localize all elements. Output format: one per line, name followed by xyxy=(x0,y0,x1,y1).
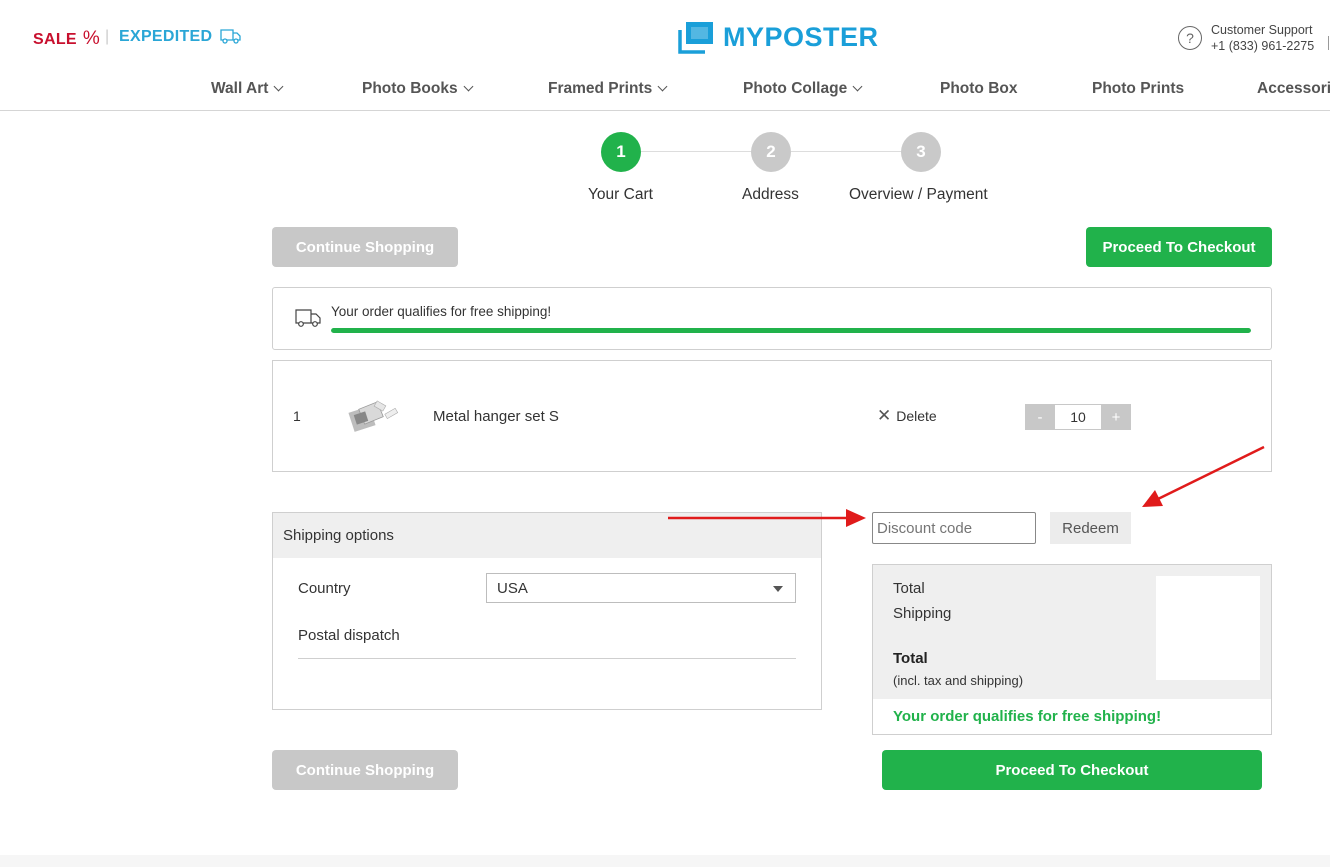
step-connector xyxy=(791,151,902,152)
nav-label: Framed Prints xyxy=(548,80,653,97)
nav-item-wall-art[interactable]: Wall Art xyxy=(211,80,284,98)
progress-fill xyxy=(331,328,1251,333)
quantity-input[interactable]: 10 xyxy=(1055,404,1101,430)
quantity-stepper: - 10 + xyxy=(1025,404,1131,430)
country-select[interactable]: USA xyxy=(486,573,796,603)
free-shipping-message: Your order qualifies for free shipping! xyxy=(331,304,552,319)
continue-shopping-button-bottom[interactable]: Continue Shopping xyxy=(272,750,458,790)
order-totals-panel: Total Shipping Total (incl. tax and ship… xyxy=(872,564,1272,735)
subtotal-label: Total xyxy=(893,580,925,597)
footer-strip xyxy=(0,855,1330,867)
free-shipping-progress xyxy=(331,328,1251,333)
item-index: 1 xyxy=(293,408,301,424)
nav-item-photo-box[interactable]: Photo Box xyxy=(940,80,1018,98)
nav-label: Photo Box xyxy=(940,80,1018,97)
support-phone[interactable]: +1 (833) 961-2275 xyxy=(1211,38,1314,54)
nav-item-photo-prints[interactable]: Photo Prints xyxy=(1092,80,1184,98)
truck-icon xyxy=(220,29,241,44)
step-1-label: Your Cart xyxy=(588,186,653,203)
shipping-label: Shipping xyxy=(893,605,952,622)
step-2-circle: 2 xyxy=(751,132,791,172)
shipping-options-title: Shipping options xyxy=(273,513,821,558)
step-3-label: Overview / Payment xyxy=(849,186,988,203)
top-header: SALE% | EXPEDITED MYPOSTER ? Customer Su… xyxy=(0,0,1330,75)
nav-item-framed-prints[interactable]: Framed Prints xyxy=(548,80,668,98)
redeem-button[interactable]: Redeem xyxy=(1050,512,1131,544)
checkout-steps: 1 Your Cart 2 Address 3 Overview / Payme… xyxy=(0,132,1330,212)
sale-link[interactable]: SALE% xyxy=(33,28,100,50)
continue-shopping-button-top[interactable]: Continue Shopping xyxy=(272,227,458,267)
expedited-link[interactable]: EXPEDITED xyxy=(119,28,242,46)
nav-item-photo-collage[interactable]: Photo Collage xyxy=(743,80,863,98)
step-connector xyxy=(641,151,752,152)
product-thumbnail[interactable] xyxy=(345,397,405,437)
step-2-label: Address xyxy=(742,186,799,203)
tax-note: (incl. tax and shipping) xyxy=(893,673,1024,688)
postal-dispatch-label: Postal dispatch xyxy=(298,627,400,644)
customer-support[interactable]: ? Customer Support +1 (833) 961-2275 xyxy=(1178,22,1329,54)
chevron-down-icon xyxy=(657,81,668,92)
dropdown-caret-icon xyxy=(773,586,783,592)
quantity-decrement-button[interactable]: - xyxy=(1025,404,1055,430)
country-value: USA xyxy=(497,580,528,597)
step-3-circle: 3 xyxy=(901,132,941,172)
divider xyxy=(298,658,796,659)
product-name[interactable]: Metal hanger set S xyxy=(433,408,559,425)
proceed-checkout-button-bottom[interactable]: Proceed To Checkout xyxy=(882,750,1262,790)
grand-total-label: Total xyxy=(893,650,928,667)
shipping-options-panel: Shipping options Country USA Postal disp… xyxy=(272,512,822,710)
percent-icon: % xyxy=(82,28,101,49)
nav-item-accessories[interactable]: Accessori xyxy=(1257,80,1330,98)
proceed-checkout-button-top[interactable]: Proceed To Checkout xyxy=(1086,227,1272,267)
myposter-logo[interactable]: MYPOSTER xyxy=(677,20,879,54)
logo-icon xyxy=(678,22,713,54)
chevron-down-icon xyxy=(852,81,863,92)
delete-button[interactable]: ✕ Delete xyxy=(877,406,937,425)
nav-label: Wall Art xyxy=(211,80,269,97)
free-shipping-banner: Your order qualifies for free shipping! xyxy=(272,287,1272,350)
sale-label: SALE xyxy=(33,31,77,48)
free-shipping-note: Your order qualifies for free shipping! xyxy=(873,699,1271,734)
nav-item-photo-books[interactable]: Photo Books xyxy=(362,80,474,98)
support-title: Customer Support xyxy=(1211,23,1313,37)
nav-label: Accessori xyxy=(1257,80,1330,97)
truck-icon xyxy=(295,309,321,327)
nav-label: Photo Books xyxy=(362,80,458,97)
main-nav: Wall Art Photo Books Framed Prints Photo… xyxy=(0,75,1330,111)
totals-values-area xyxy=(1156,576,1260,680)
help-icon: ? xyxy=(1178,26,1202,50)
chevron-down-icon xyxy=(273,81,284,92)
close-icon: ✕ xyxy=(877,406,892,425)
step-1-circle[interactable]: 1 xyxy=(601,132,641,172)
header-separator: | xyxy=(105,28,110,45)
nav-label: Photo Collage xyxy=(743,80,848,97)
chevron-down-icon xyxy=(463,81,474,92)
nav-label: Photo Prints xyxy=(1092,80,1185,97)
expedited-label: EXPEDITED xyxy=(119,28,213,45)
quantity-increment-button[interactable]: + xyxy=(1101,404,1131,430)
delete-label: Delete xyxy=(896,408,937,424)
cart-item-row: 1 Metal hanger set S ✕ Delete - 10 + xyxy=(272,360,1272,472)
support-divider xyxy=(1328,36,1329,50)
logo-text: MYPOSTER xyxy=(723,21,879,52)
discount-code-input[interactable] xyxy=(872,512,1036,544)
country-label: Country xyxy=(298,580,351,597)
